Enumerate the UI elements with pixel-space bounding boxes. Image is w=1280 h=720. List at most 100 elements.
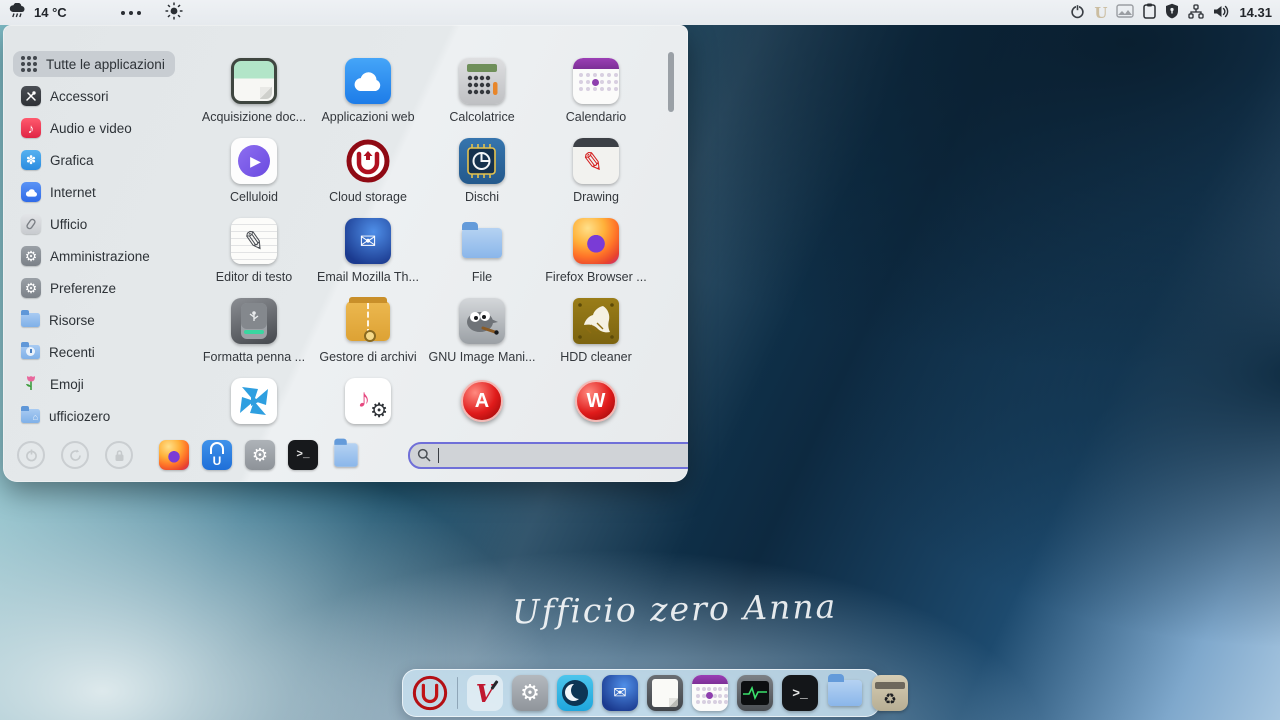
brightness-sun-icon[interactable] xyxy=(165,2,183,23)
app-item-hdd-cleaner[interactable]: HDD cleaner xyxy=(539,298,653,378)
calendar-dock-icon[interactable] xyxy=(692,675,728,711)
app-item-celluloid[interactable]: ▶ Celluloid xyxy=(197,138,311,218)
music-note-icon: ♪ xyxy=(21,118,41,138)
app-item-drawing[interactable]: ✎ Drawing xyxy=(539,138,653,218)
app-label: Formatta penna ... xyxy=(203,350,305,364)
weather-temperature[interactable]: 14 °C xyxy=(34,5,67,20)
music-config-icon: ♪⚙ xyxy=(345,378,391,424)
app-item-applicazioni-web[interactable]: Applicazioni web xyxy=(311,58,425,138)
sidebar-item-tutte-le-applicazioni[interactable]: Tutte le applicazioni xyxy=(13,51,175,77)
app-item-gestore-archivi[interactable]: Gestore di archivi xyxy=(311,298,425,378)
app-label: Acquisizione doc... xyxy=(202,110,306,124)
shutdown-button[interactable] xyxy=(17,441,45,469)
sidebar-item-label: ufficiozero xyxy=(49,409,110,424)
trash-dock-icon[interactable]: ♻ xyxy=(872,675,908,711)
thunderbird-icon: ✉ xyxy=(345,218,391,264)
app-item-formatta-penna[interactable]: Formatta penna ... xyxy=(197,298,311,378)
sidebar-item-ufficio[interactable]: Ufficio xyxy=(13,211,97,237)
category-sidebar: Tutte le applicazioni Accessori ♪ Audio … xyxy=(13,51,211,435)
power-icon[interactable] xyxy=(1070,4,1085,22)
text-editor-pencil-icon: ✎ xyxy=(231,218,277,264)
firefox-quick-icon[interactable] xyxy=(159,440,189,470)
sidebar-item-grafica[interactable]: ✽ Grafica xyxy=(13,147,104,173)
settings-quick-icon[interactable]: ⚙ xyxy=(245,440,275,470)
sidebar-item-label: Preferenze xyxy=(50,281,116,296)
files-dock-icon[interactable] xyxy=(827,675,863,711)
file-folder-icon xyxy=(462,228,502,258)
system-monitor-dock-icon[interactable] xyxy=(737,675,773,711)
sidebar-item-label: Grafica xyxy=(50,153,94,168)
files-quick-icon[interactable] xyxy=(331,440,361,470)
settings-dock-icon[interactable]: ⚙ xyxy=(512,675,548,711)
app-item-calcolatrice[interactable]: Calcolatrice xyxy=(425,58,539,138)
ufficiozero-tray-icon[interactable]: U xyxy=(1094,4,1107,22)
terminal-dock-icon[interactable]: >_ xyxy=(782,675,818,711)
app-label: Applicazioni web xyxy=(321,110,414,124)
app-label: Email Mozilla Th... xyxy=(317,270,419,284)
app-item-acquisizione[interactable]: Acquisizione doc... xyxy=(197,58,311,138)
app-label: Drawing xyxy=(573,190,619,204)
uz-writer-dock-icon[interactable]: V xyxy=(467,675,503,711)
app-item-gimp[interactable]: GNU Image Mani... xyxy=(425,298,539,378)
app-item-editor-di-testo[interactable]: ✎ Editor di testo xyxy=(197,218,311,298)
ufficiozero-menu-button[interactable] xyxy=(412,675,448,711)
app-label: Gestore di archivi xyxy=(319,350,416,364)
panel-menu-dots-icon[interactable] xyxy=(121,11,141,15)
security-shield-icon[interactable] xyxy=(1165,3,1179,22)
sidebar-item-accessori[interactable]: Accessori xyxy=(13,83,119,109)
menu-bottom-bar: U ⚙ >_ xyxy=(3,428,688,482)
paperclip-icon xyxy=(21,214,41,234)
network-icon[interactable] xyxy=(1188,4,1204,22)
document-scanner-icon xyxy=(231,58,277,104)
lock-screen-button[interactable] xyxy=(105,441,133,469)
app-label: Cloud storage xyxy=(329,190,407,204)
web-browser-dock-icon[interactable] xyxy=(557,675,593,711)
calendar-icon xyxy=(573,58,619,104)
app-label: Firefox Browser ... xyxy=(545,270,646,284)
usb-formatter-icon xyxy=(231,298,277,344)
app-search-input[interactable] xyxy=(408,442,688,469)
thunderbird-dock-icon[interactable]: ✉ xyxy=(602,675,638,711)
hdd-cleaner-icon xyxy=(573,298,619,344)
text-editor-dock-icon[interactable] xyxy=(647,675,683,711)
app-item-dischi[interactable]: Dischi xyxy=(425,138,539,218)
folder-icon xyxy=(21,313,40,327)
app-item-calendario[interactable]: Calendario xyxy=(539,58,653,138)
media-player-icon: ▶ xyxy=(231,138,277,184)
app-item-file[interactable]: File xyxy=(425,218,539,298)
clipboard-icon[interactable] xyxy=(1143,3,1156,22)
disks-chip-icon xyxy=(459,138,505,184)
terminal-quick-icon[interactable]: >_ xyxy=(288,440,318,470)
accessories-icon xyxy=(21,86,41,106)
app-label: Celluloid xyxy=(230,190,278,204)
app-item-firefox[interactable]: Firefox Browser ... xyxy=(539,218,653,298)
recent-folder-icon xyxy=(21,345,40,359)
sidebar-item-audio-e-video[interactable]: ♪ Audio e video xyxy=(13,115,142,141)
volume-icon[interactable] xyxy=(1213,4,1230,22)
web-apps-cloud-icon xyxy=(345,58,391,104)
text-cursor xyxy=(438,448,439,463)
sidebar-item-preferenze[interactable]: ⚙ Preferenze xyxy=(13,275,126,301)
sidebar-item-label: Emoji xyxy=(50,377,84,392)
sidebar-item-emoji[interactable]: Emoji xyxy=(13,371,94,397)
weather-rain-cloud-icon[interactable] xyxy=(8,3,28,22)
restart-button[interactable] xyxy=(61,441,89,469)
software-store-quick-icon[interactable]: U xyxy=(202,440,232,470)
app-item-cloud-storage[interactable]: Cloud storage xyxy=(311,138,425,218)
dock: V ⚙ ✉ >_ ♻ xyxy=(402,669,880,717)
search-icon xyxy=(417,448,431,467)
menu-scrollbar[interactable] xyxy=(668,52,674,112)
app-label: GNU Image Mani... xyxy=(429,350,536,364)
app-item-thunderbird[interactable]: ✉ Email Mozilla Th... xyxy=(311,218,425,298)
sidebar-item-internet[interactable]: Internet xyxy=(13,179,106,205)
app-label: Calcolatrice xyxy=(449,110,514,124)
clock[interactable]: 14.31 xyxy=(1239,5,1272,20)
sidebar-item-recenti[interactable]: Recenti xyxy=(13,339,105,365)
app-label: Calendario xyxy=(566,110,626,124)
wallpaper-tray-icon[interactable] xyxy=(1116,4,1134,21)
sidebar-item-ufficiozero[interactable]: ⌂ ufficiozero xyxy=(13,403,120,429)
sidebar-item-label: Internet xyxy=(50,185,96,200)
sidebar-item-amministrazione[interactable]: ⚙ Amministrazione xyxy=(13,243,160,269)
sidebar-item-risorse[interactable]: Risorse xyxy=(13,307,105,333)
cloud-icon xyxy=(21,182,41,202)
